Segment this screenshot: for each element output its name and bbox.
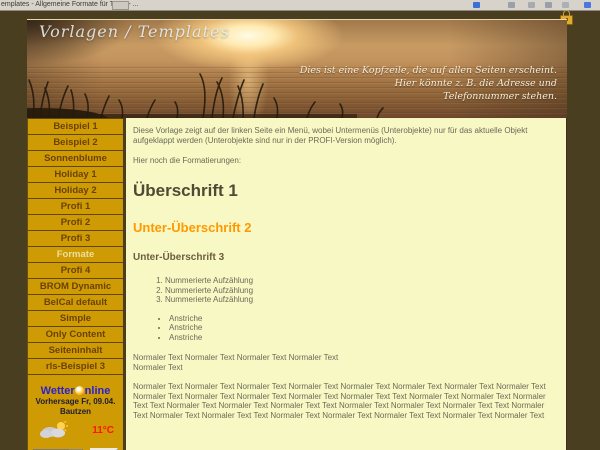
wetteronline-logo[interactable]: Wetter nline [28, 385, 123, 397]
heading-3: Unter-Überschrift 3 [133, 252, 554, 263]
intro-paragraph-2: Hier noch die Formatierungen: [133, 156, 554, 166]
sidebar-item-beispiel-1[interactable]: Beispiel 1 [28, 118, 123, 135]
normal-text-line: Normaler Text Normaler Text Normaler Tex… [133, 353, 554, 363]
titlebar-separator [112, 1, 129, 10]
restore-icon[interactable] [562, 2, 569, 8]
sidebar-item-simple[interactable]: Simple [28, 311, 123, 327]
mail-icon[interactable] [528, 2, 535, 8]
sidebar-item-formate[interactable]: Formate [28, 247, 123, 263]
heading-1: Überschrift 1 [133, 181, 554, 201]
sidebar-item-profi-2[interactable]: Profi 2 [28, 215, 123, 231]
help-icon[interactable] [584, 2, 591, 8]
normal-text-paragraph-long: Normaler Text Normaler Text Normaler Tex… [133, 382, 554, 420]
logo-text-wetter: Wetter [41, 385, 75, 397]
sidebar-item-only-content[interactable]: Only Content [28, 327, 123, 343]
numbered-list: Nummerierte Aufzählung Nummerierte Aufzä… [151, 276, 554, 305]
logo-text-nline: nline [85, 385, 111, 397]
tagline-line: Hier könnte z. B. die Adresse und [300, 77, 557, 90]
tagline-line: Telefonnummer stehen. [300, 90, 557, 103]
header-tagline: Dies ist eine Kopfzeile, die auf allen S… [300, 64, 557, 103]
sun-icon [75, 386, 84, 395]
bullet-list: Anstriche Anstriche Anstriche [159, 314, 554, 343]
numbered-list-item: Nummerierte Aufzählung [165, 286, 554, 296]
normal-text-paragraph: Normaler Text Normaler Text Normaler Tex… [133, 353, 554, 372]
bullet-list-item: Anstriche [169, 333, 554, 343]
sidebar-menu: Beispiel 1 Beispiel 2 Sonnenblume Holida… [27, 118, 123, 450]
site-template: Vorlagen / Templates Dies ist eine Kopfz… [27, 19, 567, 450]
temperature-value: 11°C [92, 425, 114, 436]
sidebar-item-holiday-2[interactable]: Holiday 2 [28, 183, 123, 199]
sidebar-item-brom-dynamic[interactable]: BROM Dynamic [28, 279, 123, 295]
city-label: Bautzen [28, 407, 123, 417]
numbered-list-item: Nummerierte Aufzählung [165, 295, 554, 305]
sidebar-item-profi-4[interactable]: Profi 4 [28, 263, 123, 279]
minimize-icon[interactable] [545, 2, 552, 8]
sidebar-item-profi-3[interactable]: Profi 3 [28, 231, 123, 247]
sidebar-item-rls-beispiel-3[interactable]: rls-Beispiel 3 [28, 359, 123, 375]
print-icon[interactable] [508, 2, 515, 8]
forecast-date-label: Vorhersage Fr, 09.04. [28, 397, 123, 407]
sidebar-item-holiday-1[interactable]: Holiday 1 [28, 167, 123, 183]
browser-titlebar: emplates - Allgemeine Formate für Texte … [0, 0, 600, 11]
bullet-list-item: Anstriche [169, 323, 554, 333]
main-content: Diese Vorlage zeigt auf der linken Seite… [126, 118, 567, 450]
intro-paragraph: Diese Vorlage zeigt auf der linken Seite… [133, 126, 554, 146]
heading-2: Unter-Überschrift 2 [133, 220, 554, 235]
body-row: Beispiel 1 Beispiel 2 Sonnenblume Holida… [27, 118, 567, 450]
header-image: Vorlagen / Templates Dies ist eine Kopfz… [27, 19, 567, 118]
screen: emplates - Allgemeine Formate für Texte … [0, 0, 600, 450]
weather-widget: Wetter nline Vorhersage Fr, 09.04. Bautze… [28, 375, 123, 450]
globe-icon[interactable] [473, 2, 480, 8]
sidebar-item-seiteninhalt[interactable]: Seiteninhalt [28, 343, 123, 359]
sidebar-item-beispiel-2[interactable]: Beispiel 2 [28, 135, 123, 151]
sidebar-item-profi-1[interactable]: Profi 1 [28, 199, 123, 215]
bullet-list-item: Anstriche [169, 314, 554, 324]
sidebar-item-belcal-default[interactable]: BelCal default [28, 295, 123, 311]
tagline-line: Dies ist eine Kopfzeile, die auf allen S… [300, 64, 557, 77]
sidebar-item-sonnenblume[interactable]: Sonnenblume [28, 151, 123, 167]
site-title: Vorlagen / Templates [39, 22, 230, 41]
numbered-list-item: Nummerierte Aufzählung [165, 276, 554, 286]
cloud-sun-icon [39, 421, 69, 439]
weather-condition-row: 11°C [28, 417, 123, 439]
normal-text-line: Normaler Text [133, 363, 554, 373]
